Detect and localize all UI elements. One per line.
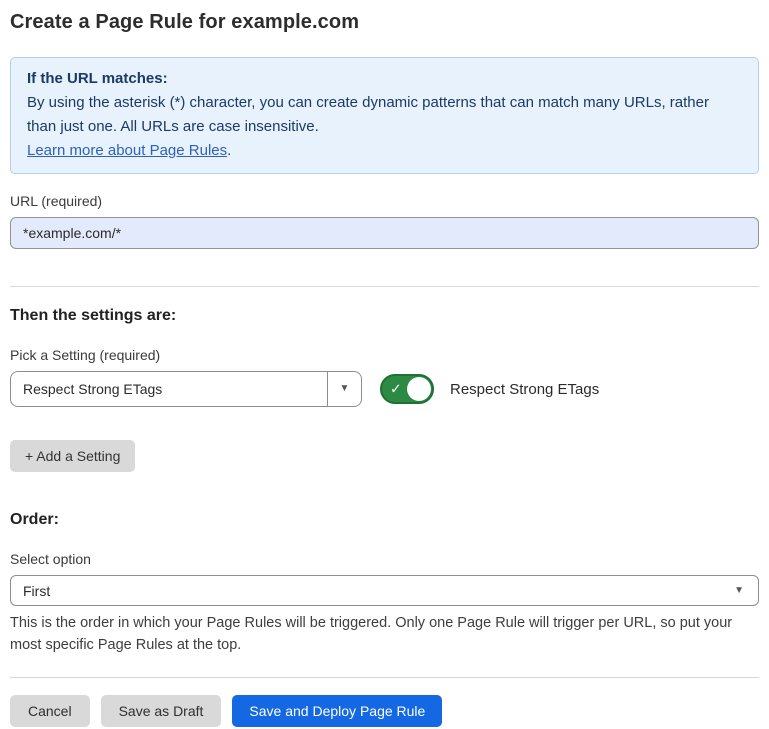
cancel-button[interactable]: Cancel	[10, 695, 90, 727]
chevron-down-icon: ▼	[734, 586, 758, 596]
order-select-label: Select option	[10, 551, 759, 567]
learn-more-link[interactable]: Learn more about Page Rules	[27, 142, 227, 159]
info-box-link-line: Learn more about Page Rules.	[27, 139, 742, 163]
url-input[interactable]	[10, 217, 759, 249]
toggle-knob	[407, 377, 431, 401]
page-rule-form: Create a Page Rule for example.com If th…	[0, 11, 769, 727]
settings-section-heading: Then the settings are:	[10, 307, 759, 325]
order-help-text: This is the order in which your Page Rul…	[10, 612, 759, 656]
page-title: Create a Page Rule for example.com	[10, 11, 759, 34]
setting-dropdown-arrow-button[interactable]: ▼	[327, 372, 361, 406]
save-deploy-button[interactable]: Save and Deploy Page Rule	[232, 695, 442, 727]
info-box-body: By using the asterisk (*) character, you…	[27, 91, 742, 139]
footer-actions: Cancel Save as Draft Save and Deploy Pag…	[10, 695, 759, 727]
check-icon: ✓	[390, 381, 402, 398]
url-field-label: URL (required)	[10, 193, 759, 209]
setting-dropdown[interactable]: Respect Strong ETags ▼	[10, 371, 362, 407]
order-select[interactable]: First ▼	[10, 575, 759, 606]
setting-row: Respect Strong ETags ▼ ✓ Respect Strong …	[10, 371, 759, 407]
info-box-heading: If the URL matches:	[27, 67, 742, 91]
setting-toggle[interactable]: ✓	[380, 374, 434, 404]
add-setting-button[interactable]: + Add a Setting	[10, 440, 135, 472]
save-draft-button[interactable]: Save as Draft	[101, 695, 222, 727]
link-suffix: .	[227, 142, 231, 159]
setting-picker-label: Pick a Setting (required)	[10, 347, 759, 363]
order-section-heading: Order:	[10, 511, 759, 529]
section-divider-top	[10, 286, 759, 287]
setting-toggle-label: Respect Strong ETags	[450, 381, 599, 398]
section-divider-bottom	[10, 677, 759, 678]
order-select-value: First	[11, 583, 734, 599]
setting-dropdown-value: Respect Strong ETags	[11, 381, 327, 397]
url-match-info-box: If the URL matches: By using the asteris…	[10, 57, 759, 174]
chevron-down-icon: ▼	[340, 384, 350, 394]
